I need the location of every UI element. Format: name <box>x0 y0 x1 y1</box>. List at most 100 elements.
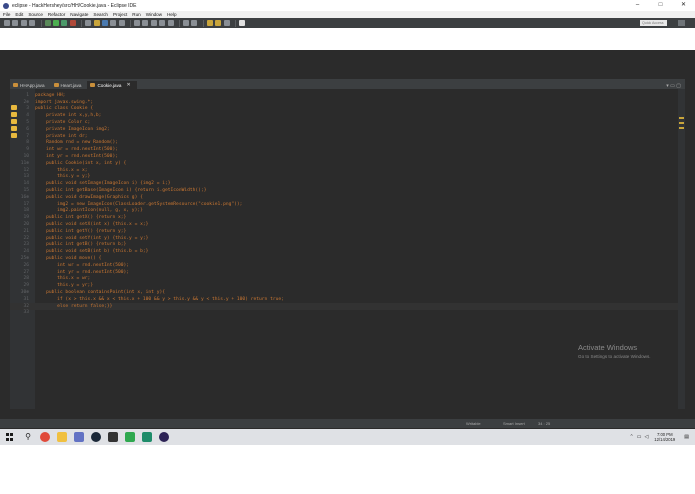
chevron-up-icon[interactable]: ⌃ <box>630 434 634 440</box>
code-text[interactable]: package HH; <box>32 93 65 98</box>
code-line[interactable]: 16⊕ public void drawImage(Graphics g) { <box>10 194 678 201</box>
coverage-icon[interactable] <box>61 20 68 26</box>
code-line[interactable]: 33 <box>10 310 678 317</box>
code-line[interactable]: 19 public int getX() {return x;} <box>10 214 678 221</box>
toggle-breadcrumb-icon[interactable] <box>142 20 149 26</box>
open-type-icon[interactable] <box>110 20 117 26</box>
back-icon[interactable] <box>206 20 213 26</box>
network-icon[interactable]: ▭ <box>637 434 642 440</box>
forward-icon[interactable] <box>215 20 222 26</box>
code-text[interactable]: public void setB(int b) {this.b = b;} <box>32 249 148 254</box>
code-line[interactable]: 15 public int getBase(ImageIcon i) {retu… <box>10 187 678 194</box>
close-tab-icon[interactable]: ✕ <box>126 82 130 88</box>
taskbar-clock[interactable]: 7:00 PM 12/14/2019 <box>654 432 675 442</box>
code-line[interactable]: 23 public int getB() {return b;} <box>10 242 678 249</box>
toggle-mark-icon[interactable] <box>134 20 141 26</box>
code-line[interactable]: 2⊕ import javax.swing.*; <box>10 99 678 106</box>
code-line[interactable]: 17 img2 = new ImageIcon(ClassLoader.getS… <box>10 201 678 208</box>
code-editor[interactable]: 1 package HH; 2⊕ import javax.swing.*; 3 publ… <box>10 89 685 409</box>
code-line[interactable]: 25⊕ public void move() { <box>10 255 678 262</box>
menu-navigate[interactable]: Navigate <box>70 12 88 17</box>
toggle-block-selection-icon[interactable] <box>150 20 157 26</box>
code-text[interactable]: public Cookie(int x, int y) { <box>32 161 126 166</box>
code-line[interactable]: 27 int yr = rnd.nextInt(500); <box>10 269 678 276</box>
code-text[interactable]: public void setX(int x) {this.x = x;} <box>32 222 148 227</box>
menu-source[interactable]: Source <box>28 12 43 17</box>
menu-file[interactable]: File <box>3 12 10 17</box>
print-icon[interactable] <box>29 20 36 26</box>
code-text[interactable]: Random rnd = new Random(); <box>32 140 118 145</box>
code-line[interactable]: 32 else return false;}} <box>10 302 678 310</box>
green-app-icon[interactable] <box>125 432 135 442</box>
code-text[interactable]: public class Cookie { <box>32 106 93 111</box>
code-line[interactable]: 20 public void setX(int x) {this.x = x;} <box>10 221 678 228</box>
menu-help[interactable]: Help <box>167 12 176 17</box>
last-edit-icon[interactable] <box>223 20 230 26</box>
run-icon[interactable] <box>52 20 59 26</box>
menu-project[interactable]: Project <box>113 12 127 17</box>
maximize-button[interactable]: □ <box>649 0 672 11</box>
code-line[interactable]: 22 public void setY(int y) {this.y = y;} <box>10 235 678 242</box>
code-line[interactable]: 10 int yr = rnd.nextInt(500); <box>10 153 678 160</box>
code-line[interactable]: 21 public int getY() {return y;} <box>10 228 678 235</box>
menu-window[interactable]: Window <box>146 12 162 17</box>
tab-heart[interactable]: Heart.java <box>51 81 88 89</box>
steam-icon[interactable] <box>91 432 101 442</box>
code-text[interactable]: else return false;}} <box>32 304 112 309</box>
next-annotation-icon[interactable] <box>183 20 190 26</box>
code-text[interactable]: private ImageIcon img2; <box>32 127 110 132</box>
menu-search[interactable]: Search <box>93 12 108 17</box>
code-text[interactable]: private int x,y,h,b; <box>32 113 101 118</box>
code-text[interactable]: int yr = rnd.nextInt(500); <box>32 270 129 275</box>
code-text[interactable]: private int dr; <box>32 134 88 139</box>
notifications-icon[interactable]: ▤ <box>684 434 689 440</box>
code-text[interactable]: this.y = yr;} <box>32 283 93 288</box>
pin-editor-icon[interactable] <box>238 20 245 26</box>
menu-refactor[interactable]: Refactor <box>48 12 65 17</box>
external-tools-icon[interactable] <box>69 20 76 26</box>
terminal-icon[interactable] <box>108 432 118 442</box>
new-package-icon[interactable] <box>93 20 100 26</box>
annotation-icon[interactable] <box>167 20 174 26</box>
tab-hhapp[interactable]: HHApp.java <box>10 81 51 89</box>
code-line[interactable]: 9 int wr = rnd.nextInt(500); <box>10 146 678 153</box>
code-text[interactable]: public void setY(int y) {this.y = y;} <box>32 236 148 241</box>
code-text[interactable]: public void move() { <box>32 256 101 261</box>
eclipse-icon[interactable] <box>159 432 169 442</box>
code-line[interactable]: 24 public void setB(int b) {this.b = b;} <box>10 248 678 255</box>
new-class-icon[interactable] <box>101 20 108 26</box>
code-text[interactable]: this.y = y;} <box>32 174 90 179</box>
code-line[interactable]: 18 img2.paintIcon(null, g, x, y);} <box>10 208 678 215</box>
code-text[interactable]: int wr = rnd.nextInt(500); <box>32 263 129 268</box>
code-line[interactable]: 8 Random rnd = new Random(); <box>10 140 678 147</box>
spreadsheet-icon[interactable] <box>142 432 152 442</box>
code-text[interactable]: import javax.swing.*; <box>32 100 93 105</box>
code-text[interactable]: public int getY() {return y;} <box>32 229 126 234</box>
discord-icon[interactable] <box>74 432 84 442</box>
code-text[interactable]: public boolean containsPoint(int x, int … <box>32 290 165 295</box>
quick-access-field[interactable]: Quick Access <box>640 20 667 26</box>
code-text[interactable]: img2 = new ImageIcon(ClassLoader.getSyst… <box>32 202 242 207</box>
code-line[interactable]: 7 private int dr; <box>10 133 678 140</box>
new-file-icon[interactable] <box>4 20 10 26</box>
close-window-button[interactable]: ✕ <box>672 0 695 11</box>
new-java-project-icon[interactable] <box>85 20 92 26</box>
tab-cookie[interactable]: Cookie.java ✕ <box>87 81 137 89</box>
file-explorer-icon[interactable] <box>57 432 67 442</box>
code-text[interactable]: private Color c; <box>32 120 90 125</box>
code-text[interactable]: int wr = rnd.nextInt(500); <box>32 147 118 152</box>
code-line[interactable]: 3 public class Cookie { <box>10 106 678 113</box>
java-perspective-icon[interactable] <box>678 20 685 26</box>
code-text[interactable]: this.x = x; <box>32 168 87 173</box>
debug-icon[interactable] <box>44 20 51 26</box>
overview-warning-marker[interactable] <box>679 117 684 119</box>
code-line[interactable]: 28 this.x = wr; <box>10 276 678 283</box>
code-line[interactable]: 26 int wr = rnd.nextInt(500); <box>10 262 678 269</box>
code-line[interactable]: 30⊕ public boolean containsPoint(int x, … <box>10 289 678 296</box>
code-text[interactable]: if (x > this.x && x < this.x + 100 && y … <box>32 297 284 302</box>
code-text[interactable]: int yr = rnd.nextInt(500); <box>32 154 118 159</box>
windows-start-icon[interactable] <box>4 431 16 443</box>
code-line[interactable]: 11⊕ public Cookie(int x, int y) { <box>10 160 678 167</box>
code-line[interactable]: 4 private int x,y,h,b; <box>10 112 678 119</box>
overview-ruler[interactable] <box>678 89 685 409</box>
